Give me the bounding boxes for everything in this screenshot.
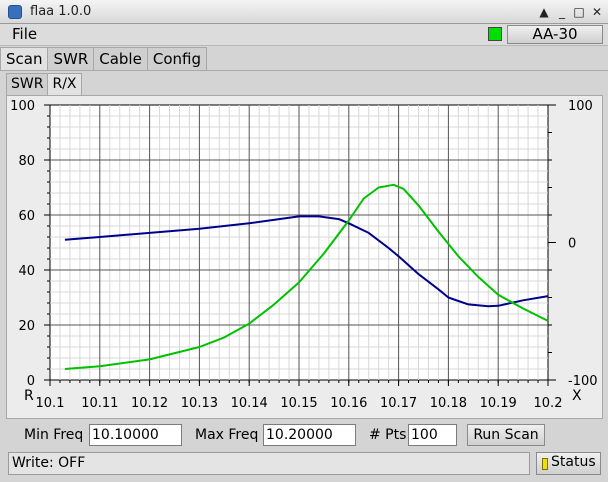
run-scan-button[interactable]: Run Scan [467, 424, 545, 446]
tabs-divider [0, 70, 608, 71]
main-tabs: Scan SWR Cable Config [0, 47, 207, 71]
right-tick-label: 100 [568, 99, 593, 114]
maximize-icon[interactable]: □ [571, 4, 587, 20]
left-tick-label: 40 [18, 264, 35, 279]
points-input[interactable]: 100 [408, 424, 457, 446]
left-tick-label: 100 [10, 99, 35, 114]
right-tick-label: 0 [568, 237, 576, 252]
x-tick-label: 10.11 [81, 396, 118, 411]
close-icon[interactable]: ✕ [589, 4, 605, 20]
max-freq-label: Max Freq [195, 427, 259, 443]
window-title: flaa 1.0.0 [30, 4, 92, 19]
status-indicator [542, 458, 548, 470]
status-button-label: Status [551, 454, 596, 470]
x-tick-label: 10.18 [430, 396, 467, 411]
connection-indicator [488, 27, 502, 41]
x-tick-label: 10.17 [380, 396, 417, 411]
right-tick-label: -100 [568, 374, 598, 389]
tab-scan[interactable]: Scan [0, 47, 49, 71]
points-label: # Pts [369, 427, 407, 443]
x-tick-label: 10.15 [280, 396, 317, 411]
x-axis-label: X [572, 388, 582, 404]
menu-file[interactable]: File [12, 25, 37, 43]
left-tick-label: 60 [18, 209, 35, 224]
device-button[interactable]: AA-30 [507, 25, 603, 44]
shade-icon[interactable]: ▲ [536, 4, 552, 20]
left-axis-label: R [24, 388, 34, 404]
x-tick-label: 10.12 [131, 396, 168, 411]
subtab-rx[interactable]: R/X [47, 73, 82, 95]
app-icon [8, 5, 22, 19]
x-tick-label: 10.16 [330, 396, 367, 411]
title-bar: flaa 1.0.0 ▲ _ □ ✕ [0, 0, 608, 24]
left-tick-label: 20 [18, 319, 35, 334]
plot-tabs: SWR R/X [6, 73, 82, 95]
left-tick-label: 0 [27, 374, 35, 389]
max-freq-input[interactable]: 10.20000 [263, 424, 356, 446]
tab-config[interactable]: Config [146, 47, 207, 71]
rx-chart: 020406080100 -1000100 10.1 10.11 10.12 10.1… [10, 99, 598, 411]
left-tick-label: 80 [18, 154, 35, 169]
right-axis: -100 0 100 [548, 99, 598, 389]
x-tick-label: 10.19 [480, 396, 517, 411]
status-button[interactable]: Status [536, 452, 601, 475]
x-tick-label: 10.2 [534, 396, 563, 411]
tab-cable[interactable]: Cable [93, 47, 148, 71]
x-tick-label: 10.14 [231, 396, 268, 411]
min-freq-input[interactable]: 10.10000 [89, 424, 182, 446]
minimize-icon[interactable]: _ [554, 4, 570, 20]
min-freq-label: Min Freq [24, 427, 84, 443]
subtab-swr[interactable]: SWR [6, 73, 49, 95]
left-axis: 0 20 40 60 80 100 [10, 99, 50, 389]
x-tick-label: 10.1 [36, 396, 65, 411]
x-axis: 10.1 10.11 10.12 10.13 10.14 10.15 10.16 10.17 1… [36, 380, 563, 411]
tab-swr[interactable]: SWR [47, 47, 95, 71]
status-text: Write: OFF [8, 452, 530, 475]
x-tick-label: 10.13 [181, 396, 218, 411]
